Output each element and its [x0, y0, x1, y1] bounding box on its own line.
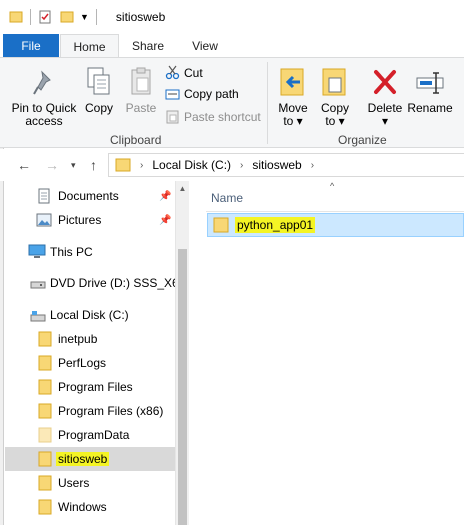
file-list-pane: ^ Name python_app01: [190, 181, 464, 525]
paste-shortcut-icon: [166, 110, 179, 124]
nav-item-programdata[interactable]: ProgramData: [5, 423, 175, 447]
tab-view[interactable]: View: [180, 34, 230, 58]
group-separator: [267, 62, 268, 144]
pinned-icon: 📌: [159, 214, 172, 226]
tab-file[interactable]: File: [3, 34, 59, 58]
nav-item-dvd-drive[interactable]: DVD Drive (D:) SSS_X64F: [5, 271, 175, 295]
delete-x-icon: [374, 70, 396, 94]
breadcrumb-local-disk[interactable]: Local Disk (C:): [152, 158, 231, 172]
navigation-bar: ← → ▾ ↑ › Local Disk (C:) › sitiosweb ›: [0, 149, 464, 181]
new-folder-icon[interactable]: [60, 10, 74, 24]
nav-item-users[interactable]: Users: [5, 471, 175, 495]
ribbon-home: Pin to Quick access Copy Paste Cut Copy …: [0, 57, 464, 148]
pc-icon: [28, 244, 46, 258]
title-separator: [95, 9, 97, 25]
folder-icon: [38, 355, 52, 371]
folder-icon: [38, 379, 52, 395]
tab-share[interactable]: Share: [122, 34, 174, 58]
documents-icon: [38, 188, 50, 204]
back-arrow-icon[interactable]: ←: [17, 157, 31, 173]
scrollbar-thumb[interactable]: [178, 249, 187, 525]
breadcrumb-separator[interactable]: ›: [311, 160, 314, 171]
pin-to-quick-access-button[interactable]: Pin to Quick access: [10, 70, 78, 128]
breadcrumb-separator[interactable]: ›: [140, 160, 143, 171]
nav-item-this-pc[interactable]: This PC: [5, 240, 175, 264]
folder-icon: [38, 403, 52, 419]
nav-item-program-files[interactable]: Program Files: [5, 375, 175, 399]
nav-item-windows[interactable]: Windows: [5, 495, 175, 519]
forward-arrow-icon[interactable]: →: [45, 157, 59, 173]
column-header-name[interactable]: Name: [211, 191, 243, 205]
folder-icon: [38, 451, 52, 467]
scissors-icon: [165, 65, 180, 80]
organize-group-label: Organize: [338, 133, 387, 147]
nav-item-perflogs[interactable]: PerfLogs: [5, 351, 175, 375]
paste-icon: [131, 67, 151, 95]
customize-toolbar-arrow[interactable]: ▼: [80, 12, 89, 22]
folder-icon: [38, 427, 52, 443]
nav-item-inetpub[interactable]: inetpub: [5, 327, 175, 351]
move-to-button[interactable]: Move to ▾: [275, 66, 311, 128]
column-header-divider: [206, 211, 464, 212]
folder-icon: [38, 475, 52, 491]
breadcrumb-separator[interactable]: ›: [240, 160, 243, 171]
up-arrow-icon[interactable]: ↑: [90, 157, 97, 173]
delete-button[interactable]: Delete ▾: [366, 68, 404, 128]
scroll-up-arrow-icon[interactable]: ▲: [176, 184, 189, 193]
folder-icon: [9, 11, 23, 23]
pictures-icon: [36, 213, 52, 227]
title-bar: ▼ sitiosweb: [0, 0, 464, 34]
folder-icon: [115, 158, 131, 172]
move-to-icon: [280, 68, 304, 96]
folder-icon: [213, 217, 229, 233]
sort-ascending-icon: ^: [330, 181, 335, 191]
rename-button[interactable]: Rename: [407, 68, 453, 115]
rename-icon: [416, 72, 444, 94]
copy-path-icon: [165, 89, 180, 99]
properties-icon[interactable]: [38, 10, 52, 24]
drive-icon: [30, 311, 46, 322]
pin-icon: [33, 70, 51, 95]
ribbon-tabs: File Home Share View: [0, 34, 464, 58]
nav-item-documents[interactable]: Documents 📌: [5, 184, 175, 208]
recent-locations-chevron-icon[interactable]: ▾: [71, 160, 76, 171]
file-name: python_app01: [235, 217, 316, 233]
paste-button[interactable]: Paste: [124, 66, 158, 115]
copy-icon: [87, 67, 110, 95]
copy-to-button[interactable]: Copy to ▾: [317, 66, 353, 128]
navigation-pane: Documents 📌 Pictures 📌 This PC DVD Drive…: [5, 181, 175, 525]
nav-item-sitiosweb[interactable]: sitiosweb: [5, 447, 175, 471]
paste-shortcut-button[interactable]: Paste shortcut: [165, 109, 261, 124]
copy-to-icon: [322, 68, 346, 96]
nav-item-local-disk[interactable]: Local Disk (C:): [5, 303, 175, 327]
nav-item-pictures[interactable]: Pictures 📌: [5, 208, 175, 232]
tab-home[interactable]: Home: [60, 34, 119, 58]
address-bar[interactable]: › Local Disk (C:) › sitiosweb ›: [108, 153, 464, 177]
clipboard-group-label: Clipboard: [110, 133, 162, 147]
navigation-pane-scrollbar[interactable]: ▲: [175, 181, 189, 525]
window-title: sitiosweb: [115, 10, 166, 24]
title-separator: [30, 9, 31, 25]
copy-path-button[interactable]: Copy path: [165, 87, 239, 101]
folder-icon: [38, 331, 52, 347]
dvd-icon: [30, 281, 46, 289]
pinned-icon: 📌: [159, 190, 172, 202]
copy-button[interactable]: Copy: [83, 66, 115, 115]
nav-item-program-files-x86[interactable]: Program Files (x86): [5, 399, 175, 423]
file-row-python-app01[interactable]: python_app01: [207, 213, 464, 237]
folder-icon: [38, 499, 52, 515]
cut-button[interactable]: Cut: [165, 65, 203, 80]
breadcrumb-sitiosweb[interactable]: sitiosweb: [252, 158, 301, 172]
